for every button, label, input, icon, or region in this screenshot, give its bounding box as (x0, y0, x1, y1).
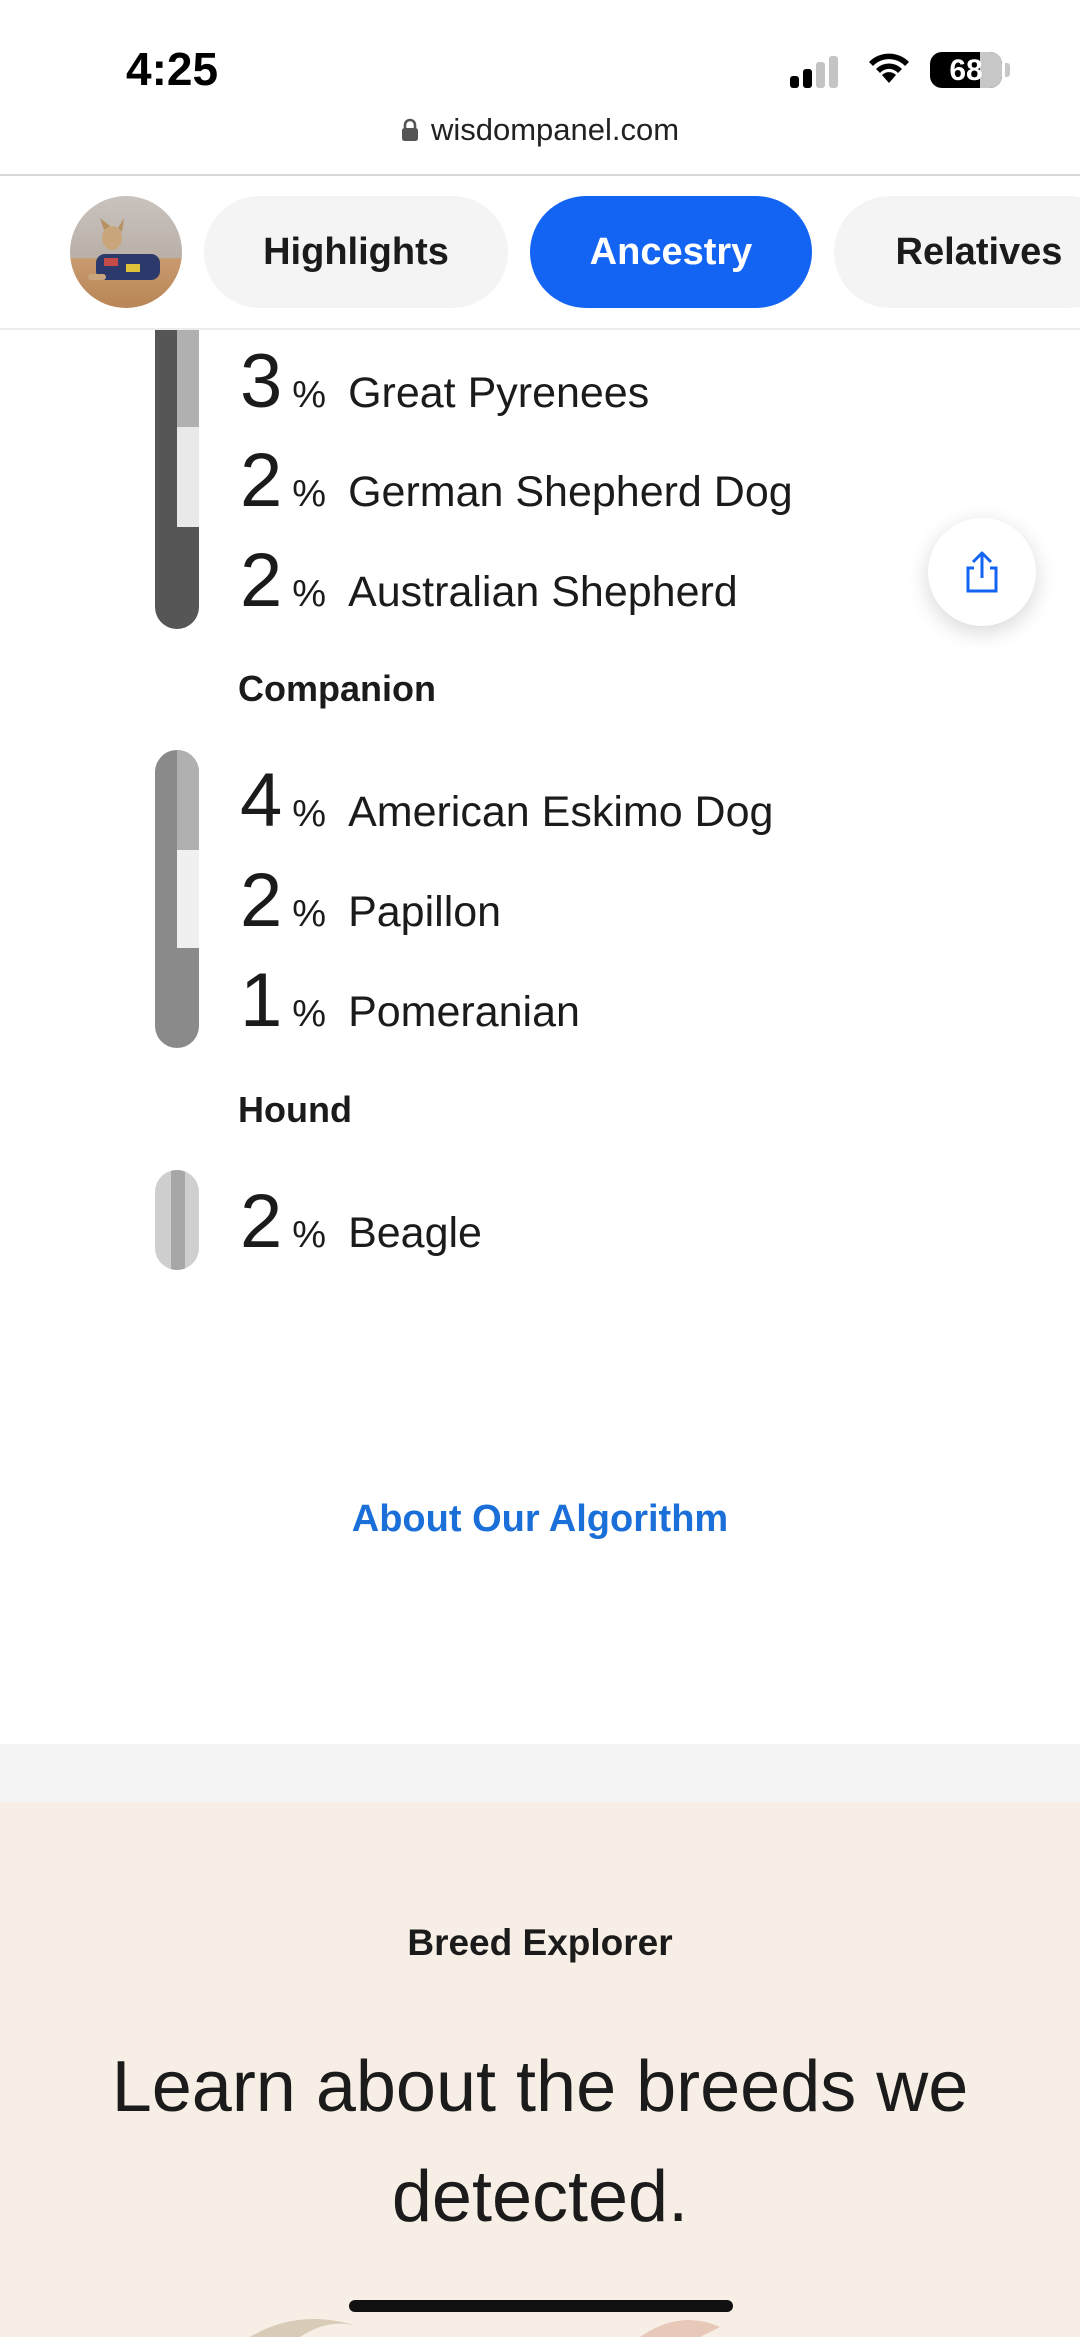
percent-sign: % (292, 793, 327, 835)
address-bar[interactable]: wisdompanel.com (0, 110, 1080, 174)
percent-sign: % (292, 473, 327, 515)
tab-highlights[interactable]: Highlights (204, 196, 508, 308)
lock-icon (401, 118, 418, 141)
herding-group-bar (155, 325, 199, 629)
breed-explorer-section: Breed Explorer Learn about the breeds we… (0, 1802, 1080, 2337)
about-algorithm-link[interactable]: About Our Algorithm (0, 1498, 1080, 1541)
dog-avatar[interactable] (70, 196, 182, 308)
breed-name: American Eskimo Dog (348, 788, 774, 836)
hound-group-bar (155, 1170, 199, 1270)
section-tabs: Highlights Ancestry Relatives (0, 176, 1080, 330)
companion-group-bar (155, 750, 199, 1048)
status-bar: 4:25 68 (0, 0, 1080, 110)
breed-percent: 2 (240, 1179, 283, 1264)
breed-explorer-heading: Learn about the breeds we detected. (111, 2047, 969, 2237)
percent-sign: % (292, 993, 327, 1035)
breed-row[interactable]: 2 % German Shepherd Dog (240, 443, 793, 519)
breed-percent: 2 (240, 858, 283, 943)
breed-name: Papillon (348, 888, 502, 936)
share-icon (966, 551, 998, 593)
breed-row[interactable]: 1 % Pomeranian (240, 963, 580, 1039)
home-indicator[interactable] (349, 2300, 733, 2312)
breed-percent: 2 (240, 438, 283, 523)
url-text: wisdompanel.com (430, 111, 680, 147)
percent-sign: % (292, 573, 327, 615)
breed-percent: 3 (240, 339, 283, 424)
percent-sign: % (292, 893, 327, 935)
breed-row[interactable]: 4 % American Eskimo Dog (240, 763, 773, 839)
breed-row[interactable]: 3 % Great Pyrenees (240, 344, 649, 420)
group-label-hound: Hound (238, 1089, 352, 1130)
battery-icon: 68 (930, 52, 1002, 88)
signal-icon (790, 56, 846, 88)
breed-name: Pomeranian (348, 988, 580, 1036)
breed-row[interactable]: 2 % Australian Shepherd (240, 543, 738, 619)
group-label-companion: Companion (238, 668, 436, 709)
percent-sign: % (292, 374, 327, 416)
breed-row[interactable]: 2 % Beagle (240, 1184, 482, 1260)
wifi-icon (869, 53, 909, 83)
breed-percent: 1 (240, 958, 283, 1043)
breed-name: Australian Shepherd (348, 568, 738, 616)
status-time: 4:25 (126, 43, 219, 95)
breed-row[interactable]: 2 % Papillon (240, 863, 501, 939)
breed-name: Great Pyrenees (348, 369, 650, 417)
percent-sign: % (292, 1214, 327, 1256)
breed-percent: 2 (240, 538, 283, 623)
tab-relatives[interactable]: Relatives (834, 196, 1080, 308)
section-divider (0, 1744, 1080, 1802)
battery-percent: 68 (949, 54, 983, 87)
breed-name: German Shepherd Dog (348, 468, 793, 516)
breed-percent: 4 (240, 758, 283, 843)
breed-name: Beagle (348, 1209, 482, 1257)
share-button[interactable] (928, 518, 1036, 626)
tab-ancestry[interactable]: Ancestry (530, 196, 812, 308)
breed-explorer-label: Breed Explorer (407, 1922, 673, 1963)
